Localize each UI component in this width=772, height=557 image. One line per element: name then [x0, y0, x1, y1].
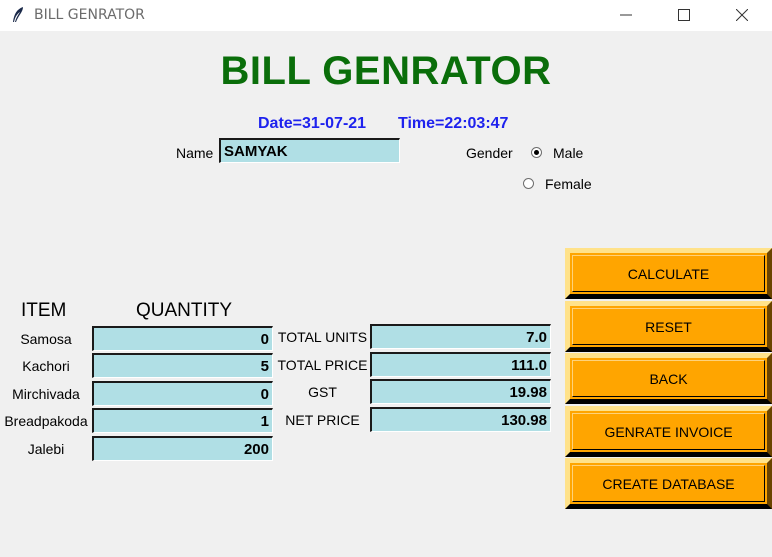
- gender-female-radio[interactable]: [523, 178, 534, 189]
- calculate-button[interactable]: CALCULATE: [565, 248, 772, 299]
- quantity-input-jalebi[interactable]: [92, 436, 273, 461]
- quantity-column-header: QUANTITY: [136, 300, 233, 321]
- net-price-label: NET PRICE: [285, 412, 360, 428]
- gst-field[interactable]: [370, 379, 551, 404]
- item-label-samosa: Samosa: [20, 331, 72, 347]
- back-button[interactable]: BACK: [565, 353, 772, 404]
- net-price-field[interactable]: [370, 407, 551, 432]
- gender-male-label[interactable]: Male: [553, 145, 583, 161]
- create-database-button[interactable]: CREATE DATABASE: [565, 458, 772, 509]
- reset-button-label: RESET: [645, 318, 692, 335]
- gender-female-label[interactable]: Female: [545, 176, 592, 192]
- generate-invoice-button[interactable]: GENRATE INVOICE: [565, 406, 772, 457]
- item-label-kachori: Kachori: [22, 358, 70, 374]
- back-button-label: BACK: [649, 370, 688, 387]
- item-label-breadpakoda: Breadpakoda: [4, 413, 88, 429]
- quantity-input-samosa[interactable]: [92, 326, 273, 351]
- close-icon: [736, 9, 748, 21]
- item-label-mirchivada: Mirchivada: [12, 386, 80, 402]
- window-titlebar: BILL GENRATOR: [0, 0, 772, 31]
- quantity-input-mirchivada[interactable]: [92, 381, 273, 406]
- reset-button[interactable]: RESET: [565, 301, 772, 352]
- maximize-button[interactable]: [656, 0, 714, 31]
- total-units-label: TOTAL UNITS: [277, 329, 368, 345]
- feather-icon: [11, 6, 25, 24]
- gender-male-radio[interactable]: [531, 147, 542, 158]
- calculate-button-label: CALCULATE: [627, 265, 710, 282]
- page-title: BILL GENRATOR: [220, 49, 552, 93]
- gender-label: Gender: [466, 145, 513, 161]
- total-price-field[interactable]: [370, 352, 551, 377]
- quantity-input-breadpakoda[interactable]: [92, 408, 273, 433]
- quantity-input-kachori[interactable]: [92, 353, 273, 378]
- window-title: BILL GENRATOR: [34, 7, 145, 23]
- minimize-icon: [620, 14, 632, 16]
- date-display: Date=31-07-21: [258, 115, 367, 132]
- create-database-button-label: CREATE DATABASE: [602, 475, 735, 492]
- item-column-header: ITEM: [21, 300, 67, 321]
- time-display: Time=22:03:47: [398, 115, 509, 132]
- gst-label: GST: [308, 384, 337, 400]
- total-units-field[interactable]: [370, 324, 551, 349]
- generate-invoice-button-label: GENRATE INVOICE: [604, 423, 733, 440]
- name-label: Name: [176, 145, 214, 161]
- name-input[interactable]: [219, 138, 400, 163]
- close-button[interactable]: [714, 0, 772, 31]
- minimize-button[interactable]: [598, 0, 656, 31]
- total-price-label: TOTAL PRICE: [277, 357, 368, 373]
- item-label-jalebi: Jalebi: [27, 441, 65, 457]
- maximize-icon: [678, 9, 690, 21]
